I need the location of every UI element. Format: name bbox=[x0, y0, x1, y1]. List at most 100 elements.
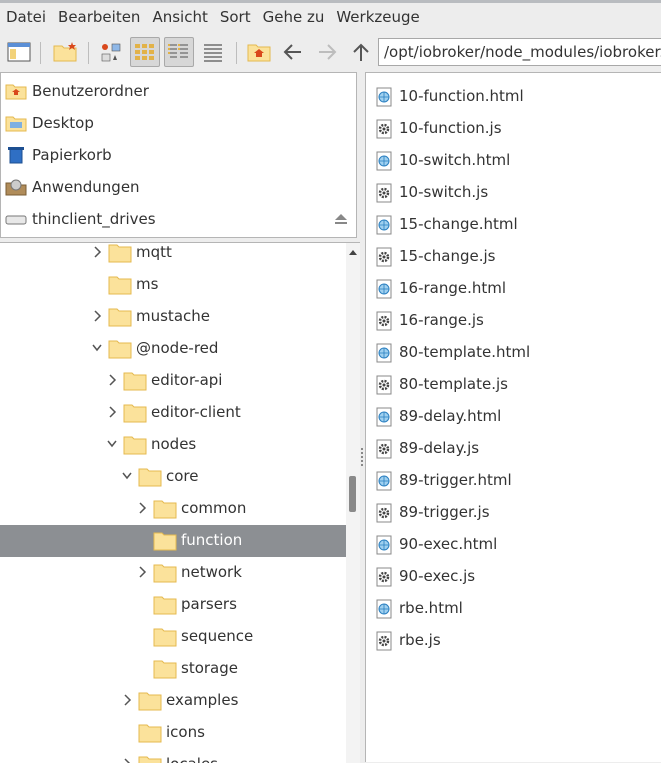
file-item[interactable]: 10-function.js bbox=[366, 113, 656, 145]
chevron-down-icon[interactable] bbox=[92, 342, 102, 354]
file-item[interactable]: rbe.js bbox=[366, 625, 656, 657]
tree-scrollbar[interactable] bbox=[346, 243, 360, 763]
html-file-icon bbox=[376, 151, 392, 171]
tree-row[interactable]: common bbox=[0, 493, 346, 525]
file-item[interactable]: 89-trigger.html bbox=[366, 465, 656, 497]
arrow-left-icon bbox=[283, 44, 301, 60]
file-item[interactable]: 90-exec.js bbox=[366, 561, 656, 593]
chevron-right-icon[interactable] bbox=[122, 694, 132, 706]
file-item[interactable]: 80-template.html bbox=[366, 337, 656, 369]
scroll-up-icon[interactable] bbox=[349, 249, 357, 255]
folder-name: @node-red bbox=[136, 339, 219, 357]
file-item[interactable]: 89-trigger.js bbox=[366, 497, 656, 529]
menu-sort[interactable]: Sort bbox=[214, 8, 257, 26]
folder-icon bbox=[108, 308, 132, 327]
new-folder-button[interactable] bbox=[50, 37, 80, 67]
tree-row[interactable]: icons bbox=[0, 717, 346, 749]
file-name: 15-change.html bbox=[399, 215, 518, 233]
file-item[interactable]: 16-range.html bbox=[366, 273, 656, 305]
place-thinclient-drives[interactable]: thinclient_drives bbox=[1, 203, 356, 235]
eject-icon[interactable] bbox=[334, 213, 348, 225]
script-file-icon bbox=[376, 631, 392, 651]
file-item[interactable]: 16-range.js bbox=[366, 305, 656, 337]
file-item[interactable]: rbe.html bbox=[366, 593, 656, 625]
tree-row[interactable]: editor-client bbox=[0, 397, 346, 429]
place-anwendungen[interactable]: Anwendungen bbox=[1, 171, 356, 203]
file-name: 10-function.html bbox=[399, 87, 524, 105]
chevron-down-icon[interactable] bbox=[107, 438, 117, 450]
folder-icon bbox=[153, 628, 177, 647]
compact-view-button[interactable] bbox=[164, 37, 194, 67]
tree-row[interactable]: nodes bbox=[0, 429, 346, 461]
compact-view-icon bbox=[168, 44, 188, 58]
chevron-right-icon[interactable] bbox=[92, 246, 102, 258]
file-item[interactable]: 80-template.js bbox=[366, 369, 656, 401]
back-button[interactable] bbox=[278, 37, 308, 67]
thumbnail-view-button[interactable] bbox=[130, 37, 160, 67]
file-item[interactable]: 15-change.html bbox=[366, 209, 656, 241]
forward-button[interactable] bbox=[312, 37, 342, 67]
tree-row[interactable]: examples bbox=[0, 685, 346, 717]
file-name: 89-delay.html bbox=[399, 407, 502, 425]
home-button[interactable] bbox=[244, 37, 274, 67]
detailed-list-view-button[interactable] bbox=[198, 37, 228, 67]
folder-name: examples bbox=[166, 691, 239, 709]
tree-row[interactable]: function bbox=[0, 525, 346, 557]
chevron-right-icon[interactable] bbox=[137, 566, 147, 578]
chevron-right-icon[interactable] bbox=[107, 374, 117, 386]
file-item[interactable]: 89-delay.html bbox=[366, 401, 656, 433]
tree-row[interactable]: locales bbox=[0, 749, 346, 763]
chevron-right-icon[interactable] bbox=[92, 310, 102, 322]
tree-row[interactable]: sequence bbox=[0, 621, 346, 653]
file-name: 10-function.js bbox=[399, 119, 502, 137]
menu-werkzeuge[interactable]: Werkzeuge bbox=[330, 8, 425, 26]
menu-gehe-zu[interactable]: Gehe zu bbox=[257, 8, 331, 26]
tree-row[interactable]: storage bbox=[0, 653, 346, 685]
scrollbar-thumb[interactable] bbox=[349, 476, 356, 512]
folder-name: icons bbox=[166, 723, 205, 741]
folder-name: editor-client bbox=[151, 403, 241, 421]
file-item[interactable]: 89-delay.js bbox=[366, 433, 656, 465]
tree-row[interactable]: ms bbox=[0, 269, 346, 301]
html-file-icon bbox=[376, 279, 392, 299]
home-folder-icon bbox=[5, 84, 27, 100]
folder-icon bbox=[138, 692, 162, 711]
location-path-input[interactable]: /opt/iobroker/node_modules/iobroker.node… bbox=[378, 38, 661, 66]
file-item[interactable]: 10-function.html bbox=[366, 81, 656, 113]
file-item[interactable]: 90-exec.html bbox=[366, 529, 656, 561]
tree-row[interactable]: parsers bbox=[0, 589, 346, 621]
file-item[interactable]: 10-switch.html bbox=[366, 145, 656, 177]
file-name: 90-exec.html bbox=[399, 535, 498, 553]
tree-row[interactable]: mustache bbox=[0, 301, 346, 333]
file-name: rbe.html bbox=[399, 599, 463, 617]
chevron-down-icon[interactable] bbox=[122, 470, 132, 482]
menu-datei[interactable]: Datei bbox=[0, 8, 52, 26]
tree-row[interactable]: @node-red bbox=[0, 333, 346, 365]
file-item[interactable]: 15-change.js bbox=[366, 241, 656, 273]
chevron-right-icon[interactable] bbox=[107, 406, 117, 418]
script-file-icon bbox=[376, 119, 392, 139]
file-name: 16-range.js bbox=[399, 311, 484, 329]
tree-row[interactable]: mqtt bbox=[0, 243, 346, 269]
folder-tree: mqtt ms mustache @node-red editor-api editor-… bbox=[0, 242, 360, 763]
tree-row[interactable]: network bbox=[0, 557, 346, 589]
menu-ansicht[interactable]: Ansicht bbox=[146, 8, 213, 26]
file-item[interactable]: 10-switch.js bbox=[366, 177, 656, 209]
chevron-right-icon[interactable] bbox=[137, 502, 147, 514]
html-file-icon bbox=[376, 87, 392, 107]
place-papierkorb[interactable]: Papierkorb bbox=[1, 139, 356, 171]
splitter-grip[interactable] bbox=[361, 448, 363, 468]
up-button[interactable] bbox=[346, 37, 376, 67]
tree-row[interactable]: core bbox=[0, 461, 346, 493]
html-file-icon bbox=[376, 471, 392, 491]
place-benutzerordner[interactable]: Benutzerordner bbox=[1, 75, 356, 107]
tree-row[interactable]: editor-api bbox=[0, 365, 346, 397]
menu-bearbeiten[interactable]: Bearbeiten bbox=[52, 8, 146, 26]
icon-view-button[interactable] bbox=[96, 37, 126, 67]
folder-icon bbox=[123, 372, 147, 391]
new-window-button[interactable] bbox=[4, 37, 34, 67]
place-desktop[interactable]: Desktop bbox=[1, 107, 356, 139]
html-file-icon bbox=[376, 407, 392, 427]
chevron-right-icon[interactable] bbox=[122, 758, 132, 763]
folder-name: mustache bbox=[136, 307, 210, 325]
